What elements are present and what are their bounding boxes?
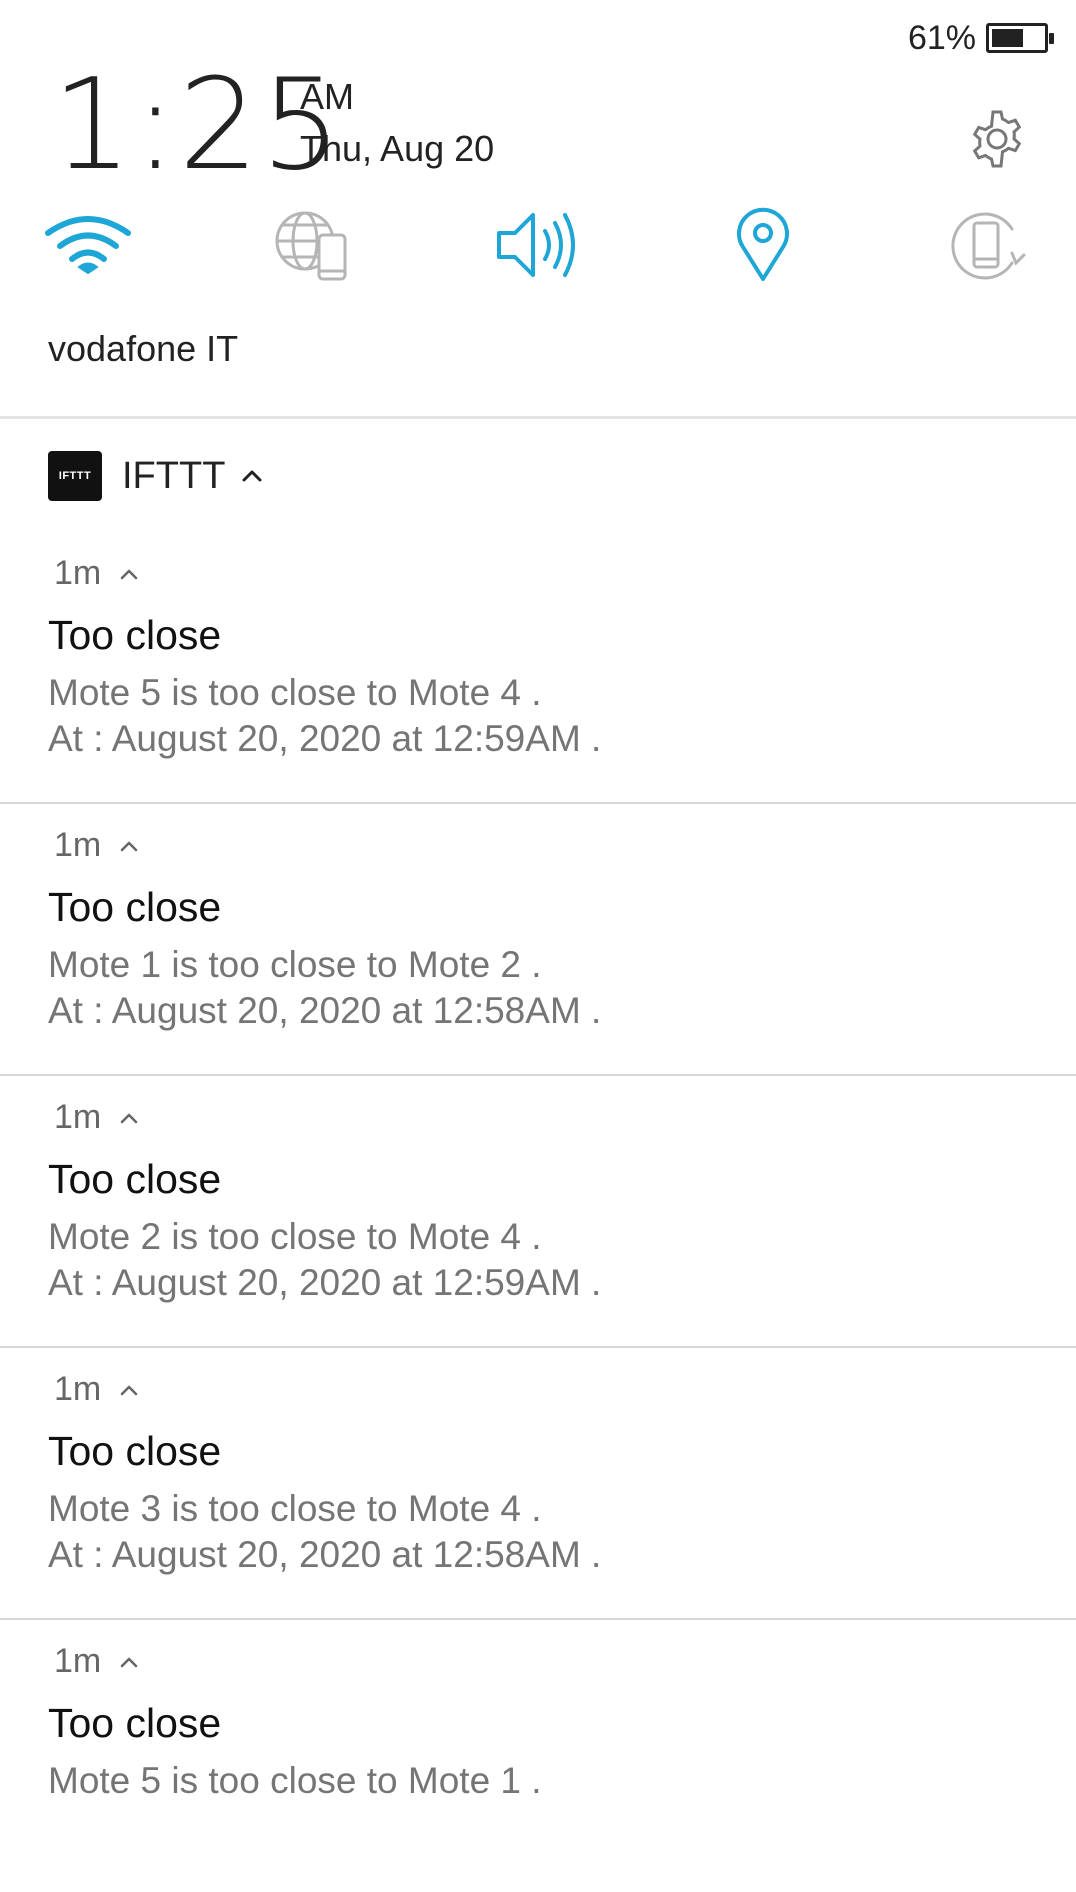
mobile-data-icon — [275, 211, 347, 281]
notification-title: Too close — [48, 884, 222, 930]
notification-time: 1m — [54, 826, 102, 864]
qs-tile-sound[interactable] — [490, 200, 586, 290]
notification-title: Too close — [48, 1156, 222, 1202]
notification-item[interactable]: 1m Too close Mote 2 is too close to Mote… — [0, 1076, 1076, 1348]
auto-rotate-icon — [951, 212, 1026, 280]
chevron-up-icon[interactable] — [241, 469, 263, 483]
chevron-up-icon[interactable] — [119, 1384, 139, 1396]
battery-icon — [986, 23, 1054, 53]
notification-meta: 1m — [54, 1098, 139, 1137]
notification-text: Mote 2 is too close to Mote 4 . — [48, 1216, 542, 1257]
ifttt-logo-icon: IFTTT — [48, 451, 102, 501]
notification-time: 1m — [54, 1370, 102, 1408]
notification-title: Too close — [48, 1700, 222, 1746]
divider — [0, 416, 1076, 419]
chevron-up-icon[interactable] — [119, 1656, 139, 1668]
status-bar: 61% — [907, 14, 1054, 62]
notification-text: Mote 3 is too close to Mote 4 . — [48, 1488, 542, 1529]
notification-title: Too close — [48, 1428, 222, 1474]
clock-ampm: AM — [300, 76, 354, 117]
notification-text: Mote 5 is too close to Mote 1 . — [48, 1760, 542, 1801]
wifi-icon — [45, 216, 131, 275]
notification-title: Too close — [48, 612, 222, 658]
qs-tile-auto-rotate[interactable] — [940, 200, 1036, 290]
sound-icon — [497, 213, 575, 277]
chevron-up-icon[interactable] — [119, 840, 139, 852]
notification-meta: 1m — [54, 826, 139, 865]
carrier-name: vodafone IT — [48, 328, 239, 369]
notification-meta: 1m — [54, 1642, 139, 1681]
chevron-up-icon[interactable] — [119, 1112, 139, 1124]
notification-timestamp-text: At : August 20, 2020 at 12:59AM . — [48, 1262, 602, 1303]
notification-meta: 1m — [54, 554, 139, 593]
battery-fill — [992, 29, 1023, 47]
settings-gear-icon[interactable] — [966, 108, 1028, 170]
qs-tile-wifi[interactable] — [40, 200, 136, 290]
notification-item[interactable]: 1m Too close Mote 5 is too close to Mote… — [0, 532, 1076, 804]
notification-group-header[interactable]: IFTTT IFTTT — [48, 450, 263, 502]
notification-item[interactable]: 1m Too close Mote 5 is too close to Mote… — [0, 1620, 1076, 1892]
chevron-up-icon[interactable] — [119, 568, 139, 580]
notification-text: Mote 5 is too close to Mote 4 . — [48, 672, 542, 713]
qs-tile-location[interactable] — [715, 200, 811, 290]
qs-tile-mobile-data[interactable] — [265, 200, 361, 290]
notification-item[interactable]: 1m Too close Mote 1 is too close to Mote… — [0, 804, 1076, 1076]
app-name: IFTTT — [122, 454, 226, 497]
battery-percent: 61% — [907, 18, 976, 57]
notification-time: 1m — [54, 554, 102, 592]
notification-timestamp-text: At : August 20, 2020 at 12:59AM . — [48, 718, 602, 759]
notification-time: 1m — [54, 1642, 102, 1680]
clock-date: Thu, Aug 20 — [300, 128, 495, 169]
quick-settings-row — [40, 200, 1036, 290]
notification-time: 1m — [54, 1098, 102, 1136]
location-icon — [737, 207, 789, 281]
notification-text: Mote 1 is too close to Mote 2 . — [48, 944, 542, 985]
notification-item[interactable]: 1m Too close Mote 3 is too close to Mote… — [0, 1348, 1076, 1620]
notification-timestamp-text: At : August 20, 2020 at 12:58AM . — [48, 990, 602, 1031]
notification-timestamp-text: At : August 20, 2020 at 12:58AM . — [48, 1534, 602, 1575]
notification-list: 1m Too close Mote 5 is too close to Mote… — [0, 532, 1076, 1892]
notification-meta: 1m — [54, 1370, 139, 1409]
clock-header: 1:25 AM Thu, Aug 20 — [52, 62, 1036, 188]
